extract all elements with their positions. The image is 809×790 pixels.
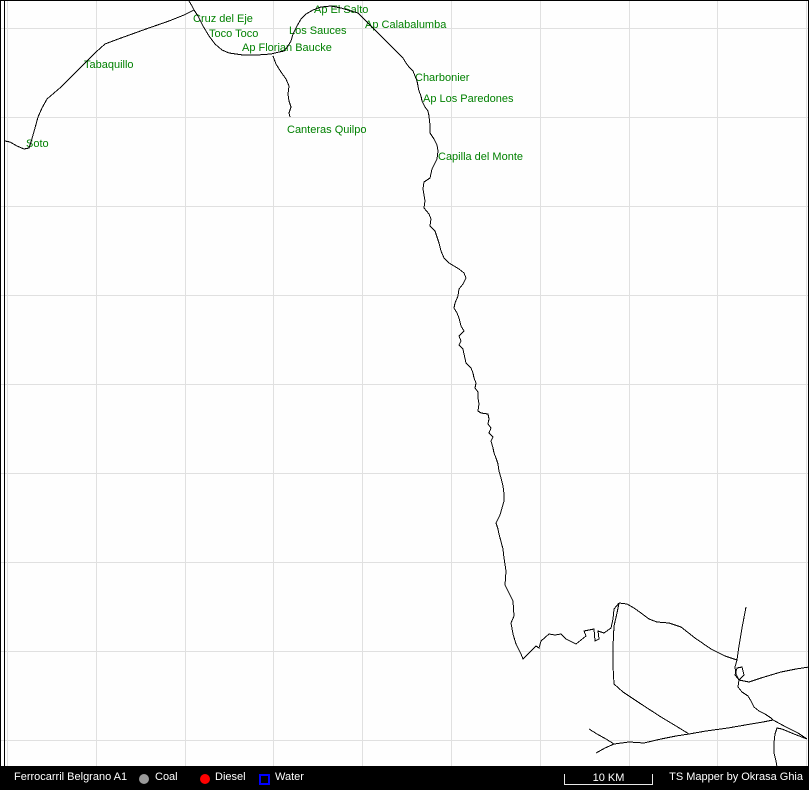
station-label: Ap El Salto bbox=[314, 5, 368, 16]
station-label: Canteras Quilpo bbox=[287, 125, 367, 136]
diesel-legend-label: Diesel bbox=[215, 772, 246, 783]
station-label: Ap Los Paredones bbox=[423, 94, 514, 105]
station-label: Cruz del Eje bbox=[193, 14, 253, 25]
station-label: Capilla del Monte bbox=[438, 152, 523, 163]
map-canvas[interactable]: Cruz del Eje Toco Toco Ap Florian Baucke Lo… bbox=[1, 1, 808, 766]
scale-bar: 10 KM bbox=[564, 774, 653, 785]
credit-text: TS Mapper by Okrasa Ghia bbox=[669, 772, 803, 783]
ts-mapper-window: Cruz del Eje Toco Toco Ap Florian Baucke Lo… bbox=[0, 0, 809, 790]
station-label: Los Sauces bbox=[289, 26, 346, 37]
status-bar: Ferrocarril Belgrano A1 Coal Diesel Wate… bbox=[1, 766, 808, 789]
station-label: Tabaquillo bbox=[84, 60, 134, 71]
station-label: Ap Florian Baucke bbox=[242, 43, 332, 54]
route-name: Ferrocarril Belgrano A1 bbox=[14, 772, 127, 783]
coal-legend-label: Coal bbox=[155, 772, 178, 783]
water-legend-label: Water bbox=[275, 772, 304, 783]
diesel-icon bbox=[200, 774, 210, 784]
scale-label: 10 KM bbox=[565, 773, 652, 784]
station-label: Charbonier bbox=[415, 73, 469, 84]
water-icon bbox=[259, 774, 270, 785]
station-label: Toco Toco bbox=[209, 29, 258, 40]
station-labels-layer: Cruz del Eje Toco Toco Ap Florian Baucke Lo… bbox=[1, 1, 808, 766]
map-left-border bbox=[4, 1, 5, 766]
station-label: Soto bbox=[26, 139, 49, 150]
coal-icon bbox=[139, 774, 149, 784]
station-label: Ap Calabalumba bbox=[365, 20, 446, 31]
